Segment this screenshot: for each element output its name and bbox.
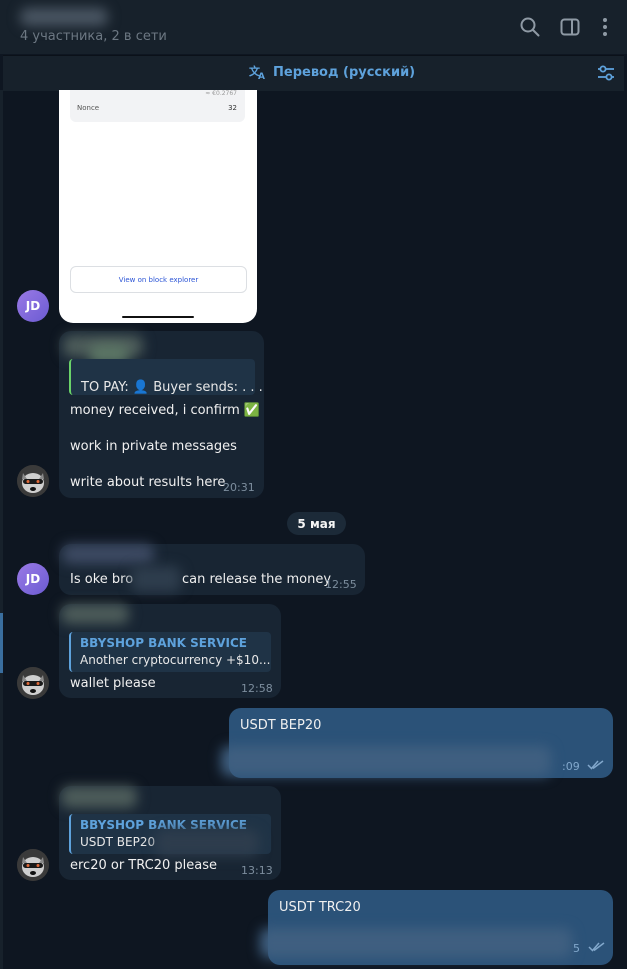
sidebar-icon[interactable] (559, 16, 581, 38)
date-separator: 5 мая (287, 512, 346, 535)
message-bubble[interactable]: BBYSHOP BANK SERVICE Another cryptocurre… (59, 604, 281, 698)
redacted-wallet-address (221, 746, 551, 776)
svg-text:A: A (258, 72, 265, 80)
sender-name-redacted (61, 786, 137, 808)
home-indicator (122, 316, 194, 318)
search-icon[interactable] (519, 16, 541, 38)
redacted-wallet-address (260, 928, 572, 958)
preview-text: TO PAY: 👤 Buyer sends: . . . (81, 380, 263, 395)
message-time: 20:31 (223, 481, 255, 494)
nonce-label: Nonce (77, 104, 100, 112)
reply-author: BBYSHOP BANK SERVICE (80, 636, 247, 650)
chat-subtitle: 4 участника, 2 в сети (20, 29, 167, 44)
translate-bar[interactable]: 文 A Перевод (русский) (3, 55, 624, 91)
reply-text: USDT BEP20 (80, 835, 156, 849)
sender-name-redacted (62, 544, 154, 564)
double-check-icon (587, 760, 604, 770)
sender-name-redacted (61, 604, 129, 624)
nonce-row: ≈ €0.2767 Nonce 32 (70, 90, 245, 122)
more-vertical-icon[interactable] (594, 16, 616, 38)
message-time: 12:58 (241, 682, 273, 695)
message-text: work in private messages (70, 439, 237, 454)
message-text: USDT TRC20 (279, 900, 361, 915)
message-text: erc20 or TRC20 please (70, 858, 217, 873)
view-explorer-button: View on block explorer (70, 266, 247, 293)
message-text: Is oke bro (70, 572, 134, 587)
filter-icon[interactable] (596, 64, 616, 82)
message-text: USDT BEP20 (240, 718, 322, 733)
outgoing-message-bubble[interactable]: USDT TRC20 5 (260, 890, 613, 965)
translate-icon: 文 A (249, 64, 265, 80)
chat-header: 4 участника, 2 в сети (0, 0, 627, 54)
image-attachment[interactable]: ≈ €0.2767 Nonce 32 View on block explore… (59, 90, 257, 323)
outgoing-message-bubble[interactable]: USDT BEP20 :09 (221, 708, 613, 778)
avatar[interactable] (17, 667, 49, 699)
redacted-area (155, 830, 259, 856)
message-time: 13:13 (241, 864, 273, 877)
avatar[interactable] (17, 465, 49, 497)
message-time: 5 (573, 942, 580, 955)
nonce-value: 32 (228, 104, 237, 112)
avatar[interactable]: JD (17, 290, 49, 322)
message-time: 12:55 (325, 578, 357, 591)
message-time: :09 (562, 760, 580, 773)
raccoon-avatar-icon (17, 667, 49, 699)
left-edge-strip (0, 90, 3, 969)
reply-preview[interactable]: BBYSHOP BANK SERVICE Another cryptocurre… (69, 632, 271, 672)
raccoon-avatar-icon (17, 465, 49, 497)
redacted-area (131, 566, 181, 592)
message-text: write about results here (70, 475, 226, 490)
message-bubble[interactable]: BBYSHOP BANK SERVICE USDT BEP20 erc20 or… (59, 786, 281, 880)
translate-button[interactable]: 文 A Перевод (русский) (249, 64, 415, 80)
message-text: wallet please (70, 676, 156, 691)
raccoon-avatar-icon (17, 849, 49, 881)
eur-value: ≈ €0.2767 (205, 90, 237, 97)
avatar[interactable] (17, 849, 49, 881)
chat-title-redacted (20, 8, 108, 26)
scroll-marker (0, 613, 3, 673)
double-check-icon (588, 942, 605, 952)
reply-text: Another cryptocurrency +$10... (80, 653, 271, 667)
message-text: money received, i confirm ✅ (70, 403, 261, 418)
message-bubble[interactable]: Is oke bro can release the money 12:55 (59, 544, 365, 595)
avatar[interactable]: JD (17, 563, 49, 595)
message-bubble[interactable]: TO PAY: 👤 Buyer sends: . . . money recei… (59, 331, 264, 498)
translate-label: Перевод (русский) (273, 64, 416, 80)
forwarded-preview: TO PAY: 👤 Buyer sends: . . . (69, 359, 263, 395)
message-text: can release the money (182, 572, 332, 587)
